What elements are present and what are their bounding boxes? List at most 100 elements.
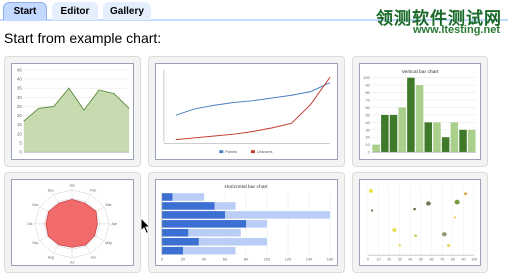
y-tick-label: 5 bbox=[19, 140, 22, 145]
chart-thumbnail: Horizontal bar chart 0 20 40 60 80 100 120 140 16… bbox=[155, 179, 338, 266]
bar bbox=[433, 122, 441, 153]
scatter-point bbox=[454, 199, 460, 205]
x-tick-label: 140 bbox=[306, 258, 313, 262]
y-tick-label: 30 bbox=[17, 95, 22, 100]
x-tick-label: 60 bbox=[223, 258, 227, 262]
legend-swatch bbox=[219, 150, 224, 154]
page-heading: Start from example chart: bbox=[4, 30, 162, 46]
scatter-point bbox=[441, 232, 447, 237]
x-tick-label: 20 bbox=[181, 258, 185, 262]
x-tick-label: 120 bbox=[285, 258, 292, 262]
scatter-point bbox=[392, 228, 397, 233]
scatter-point bbox=[398, 244, 402, 247]
chart-card-vertical-bar[interactable]: Vertical bar chart 0 10 20 30 40 50 60 70 80 90 100 bbox=[352, 56, 488, 167]
y-tick-label: 10 bbox=[365, 142, 370, 147]
y-tick-label: 25 bbox=[17, 104, 22, 109]
x-tick-label: 80 bbox=[451, 258, 455, 262]
spoke-label: Apr bbox=[112, 222, 118, 226]
x-tick-label: 60 bbox=[430, 258, 434, 262]
bar bbox=[372, 144, 380, 153]
bar bbox=[424, 122, 433, 153]
radar-series bbox=[45, 198, 98, 248]
bar bbox=[407, 77, 415, 153]
tab-start[interactable]: Start bbox=[3, 2, 47, 20]
bar-dark bbox=[161, 220, 247, 228]
bar bbox=[441, 137, 450, 153]
bar bbox=[389, 114, 398, 153]
chart-title: Vertical bar chart bbox=[402, 69, 439, 75]
x-tick-label: 160 bbox=[327, 258, 334, 262]
spoke-label: Oct bbox=[27, 222, 33, 226]
chart-card-radar[interactable]: Jan Feb Mar Apr May Jun Jul Aug Sep Oct Nov Dec bbox=[4, 172, 141, 273]
x-tick-label: 30 bbox=[398, 258, 402, 262]
y-tick-label: 30 bbox=[365, 127, 370, 132]
y-tick-label: 20 bbox=[365, 135, 370, 140]
bar-dark bbox=[161, 193, 173, 201]
bar bbox=[415, 85, 424, 153]
chart-thumbnail: Ponies Unicorns bbox=[155, 63, 338, 160]
bar bbox=[467, 129, 476, 153]
scatter-point bbox=[464, 192, 468, 196]
x-tick-label: 0 bbox=[367, 258, 369, 262]
scatter-point bbox=[370, 209, 374, 212]
y-tick-label: 60 bbox=[365, 105, 370, 110]
spoke-label: Jun bbox=[90, 255, 96, 259]
y-tick-label: 10 bbox=[17, 131, 22, 136]
bar-dark bbox=[161, 211, 225, 219]
mouse-cursor-icon bbox=[140, 217, 152, 235]
chart-card-scatter[interactable]: 0 10 20 30 40 50 60 70 80 90 100 bbox=[352, 172, 488, 273]
scatter-point bbox=[414, 234, 418, 237]
series-line-ponies bbox=[175, 82, 331, 116]
spoke-label: May bbox=[105, 241, 112, 245]
bar-dark bbox=[161, 202, 215, 210]
y-tick-label: 0 bbox=[368, 150, 371, 155]
chart-card-area[interactable]: 0 5 10 15 20 25 30 35 40 45 bbox=[4, 56, 141, 167]
chart-thumbnail: Vertical bar chart 0 10 20 30 40 50 60 70 80 90 100 bbox=[359, 63, 481, 160]
x-tick-label: 100 bbox=[264, 258, 271, 262]
spoke-label: Mar bbox=[106, 203, 113, 207]
bar bbox=[450, 122, 459, 153]
x-tick-label: 50 bbox=[419, 258, 423, 262]
x-tick-label: 0 bbox=[161, 258, 163, 262]
bar-dark bbox=[161, 246, 183, 255]
bar-dark bbox=[161, 229, 189, 237]
spoke-label: Dec bbox=[48, 189, 55, 193]
tab-gallery[interactable]: Gallery bbox=[103, 2, 151, 20]
watermark-url: www.ltesting.net bbox=[413, 24, 500, 36]
x-tick-label: 80 bbox=[244, 258, 248, 262]
scatter-point bbox=[453, 216, 457, 219]
y-tick-label: 70 bbox=[365, 98, 370, 103]
chart-card-horizontal-bar[interactable]: Horizontal bar chart 0 20 40 60 80 100 120 140 16… bbox=[148, 172, 345, 273]
x-tick-label: 40 bbox=[202, 258, 206, 262]
bar bbox=[459, 129, 467, 153]
y-tick-label: 0 bbox=[19, 150, 22, 155]
spoke-label: Sep bbox=[32, 241, 38, 245]
spoke-label: Jan bbox=[69, 184, 75, 188]
y-tick-label: 35 bbox=[17, 86, 22, 91]
spoke-label: Nov bbox=[32, 203, 39, 207]
x-tick-label: 100 bbox=[471, 258, 477, 262]
chart-thumbnail: Jan Feb Mar Apr May Jun Jul Aug Sep Oct Nov Dec bbox=[11, 179, 134, 266]
bar-dark bbox=[161, 237, 199, 246]
x-tick-label: 70 bbox=[440, 258, 444, 262]
y-tick-label: 50 bbox=[365, 112, 370, 117]
scatter-point bbox=[447, 243, 451, 247]
scatter-point bbox=[368, 188, 374, 193]
bar bbox=[381, 114, 389, 153]
x-tick-label: 10 bbox=[377, 258, 381, 262]
spoke-label: Feb bbox=[90, 189, 96, 193]
chart-card-line[interactable]: Ponies Unicorns bbox=[148, 56, 345, 167]
x-tick-label: 40 bbox=[408, 258, 412, 262]
y-tick-label: 15 bbox=[17, 122, 22, 127]
legend-swatch bbox=[250, 150, 255, 154]
y-tick-label: 80 bbox=[365, 90, 370, 95]
x-tick-label: 90 bbox=[462, 258, 466, 262]
y-tick-label: 20 bbox=[17, 113, 22, 118]
tab-editor[interactable]: Editor bbox=[52, 2, 98, 20]
y-tick-label: 100 bbox=[363, 75, 370, 80]
legend-label: Unicorns bbox=[257, 149, 273, 154]
y-tick-label: 40 bbox=[365, 120, 370, 125]
x-tick-label: 20 bbox=[387, 258, 391, 262]
spoke-label: Jul bbox=[70, 261, 75, 265]
chart-thumbnail: 0 10 20 30 40 50 60 70 80 90 100 bbox=[359, 179, 481, 266]
